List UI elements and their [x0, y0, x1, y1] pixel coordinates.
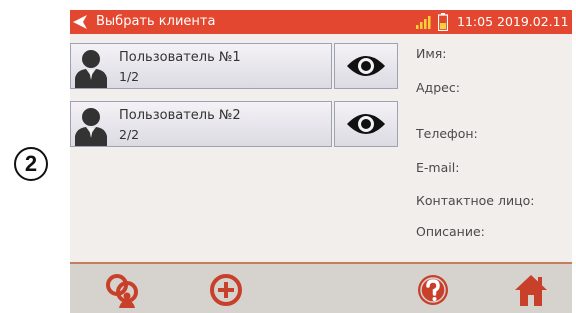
client-search-icon — [106, 274, 138, 308]
home-button[interactable] — [511, 272, 551, 308]
contact-person-label: Контактное лицо: — [416, 193, 535, 208]
add-client-button[interactable] — [206, 272, 246, 308]
description-label: Описание: — [416, 224, 485, 239]
client-card[interactable]: Пользователь №1 1/2 — [70, 43, 332, 89]
client-card[interactable]: Пользователь №2 2/2 — [70, 101, 332, 147]
user-avatar-icon — [75, 50, 107, 88]
client-index: 1/2 — [119, 69, 140, 84]
eye-icon — [347, 56, 385, 76]
client-name: Пользователь №2 — [119, 108, 241, 123]
client-name: Пользователь №1 — [119, 50, 241, 65]
client-row[interactable]: Пользователь №2 2/2 — [70, 101, 400, 147]
page-title: Выбрать клиента — [96, 14, 216, 29]
client-search-button[interactable] — [104, 272, 144, 308]
client-index: 2/2 — [119, 127, 140, 142]
title-bar: Выбрать клиента 11:05 2019.02.11 — [70, 10, 572, 34]
email-label: E-mail: — [416, 160, 460, 175]
user-avatar-icon — [75, 108, 107, 146]
address-label: Адрес: — [416, 80, 460, 95]
bottom-toolbar — [70, 264, 572, 313]
view-client-button[interactable] — [334, 101, 398, 147]
step-number-badge: 2 — [14, 147, 48, 181]
name-label: Имя: — [416, 46, 447, 61]
add-icon — [210, 274, 242, 306]
device-screen: Выбрать клиента 11:05 2019.02.11 Пользов… — [70, 10, 572, 313]
client-row[interactable]: Пользователь №1 1/2 — [70, 43, 400, 89]
eye-icon — [347, 114, 385, 134]
help-button[interactable] — [413, 272, 453, 308]
clock-readout: 11:05 2019.02.11 — [457, 14, 569, 29]
signal-icon — [416, 16, 431, 29]
phone-label: Телефон: — [416, 126, 478, 141]
home-icon — [515, 275, 547, 306]
battery-icon — [438, 13, 448, 31]
help-icon — [418, 275, 448, 305]
view-client-button[interactable] — [334, 43, 398, 89]
back-arrow-icon[interactable] — [72, 14, 88, 30]
